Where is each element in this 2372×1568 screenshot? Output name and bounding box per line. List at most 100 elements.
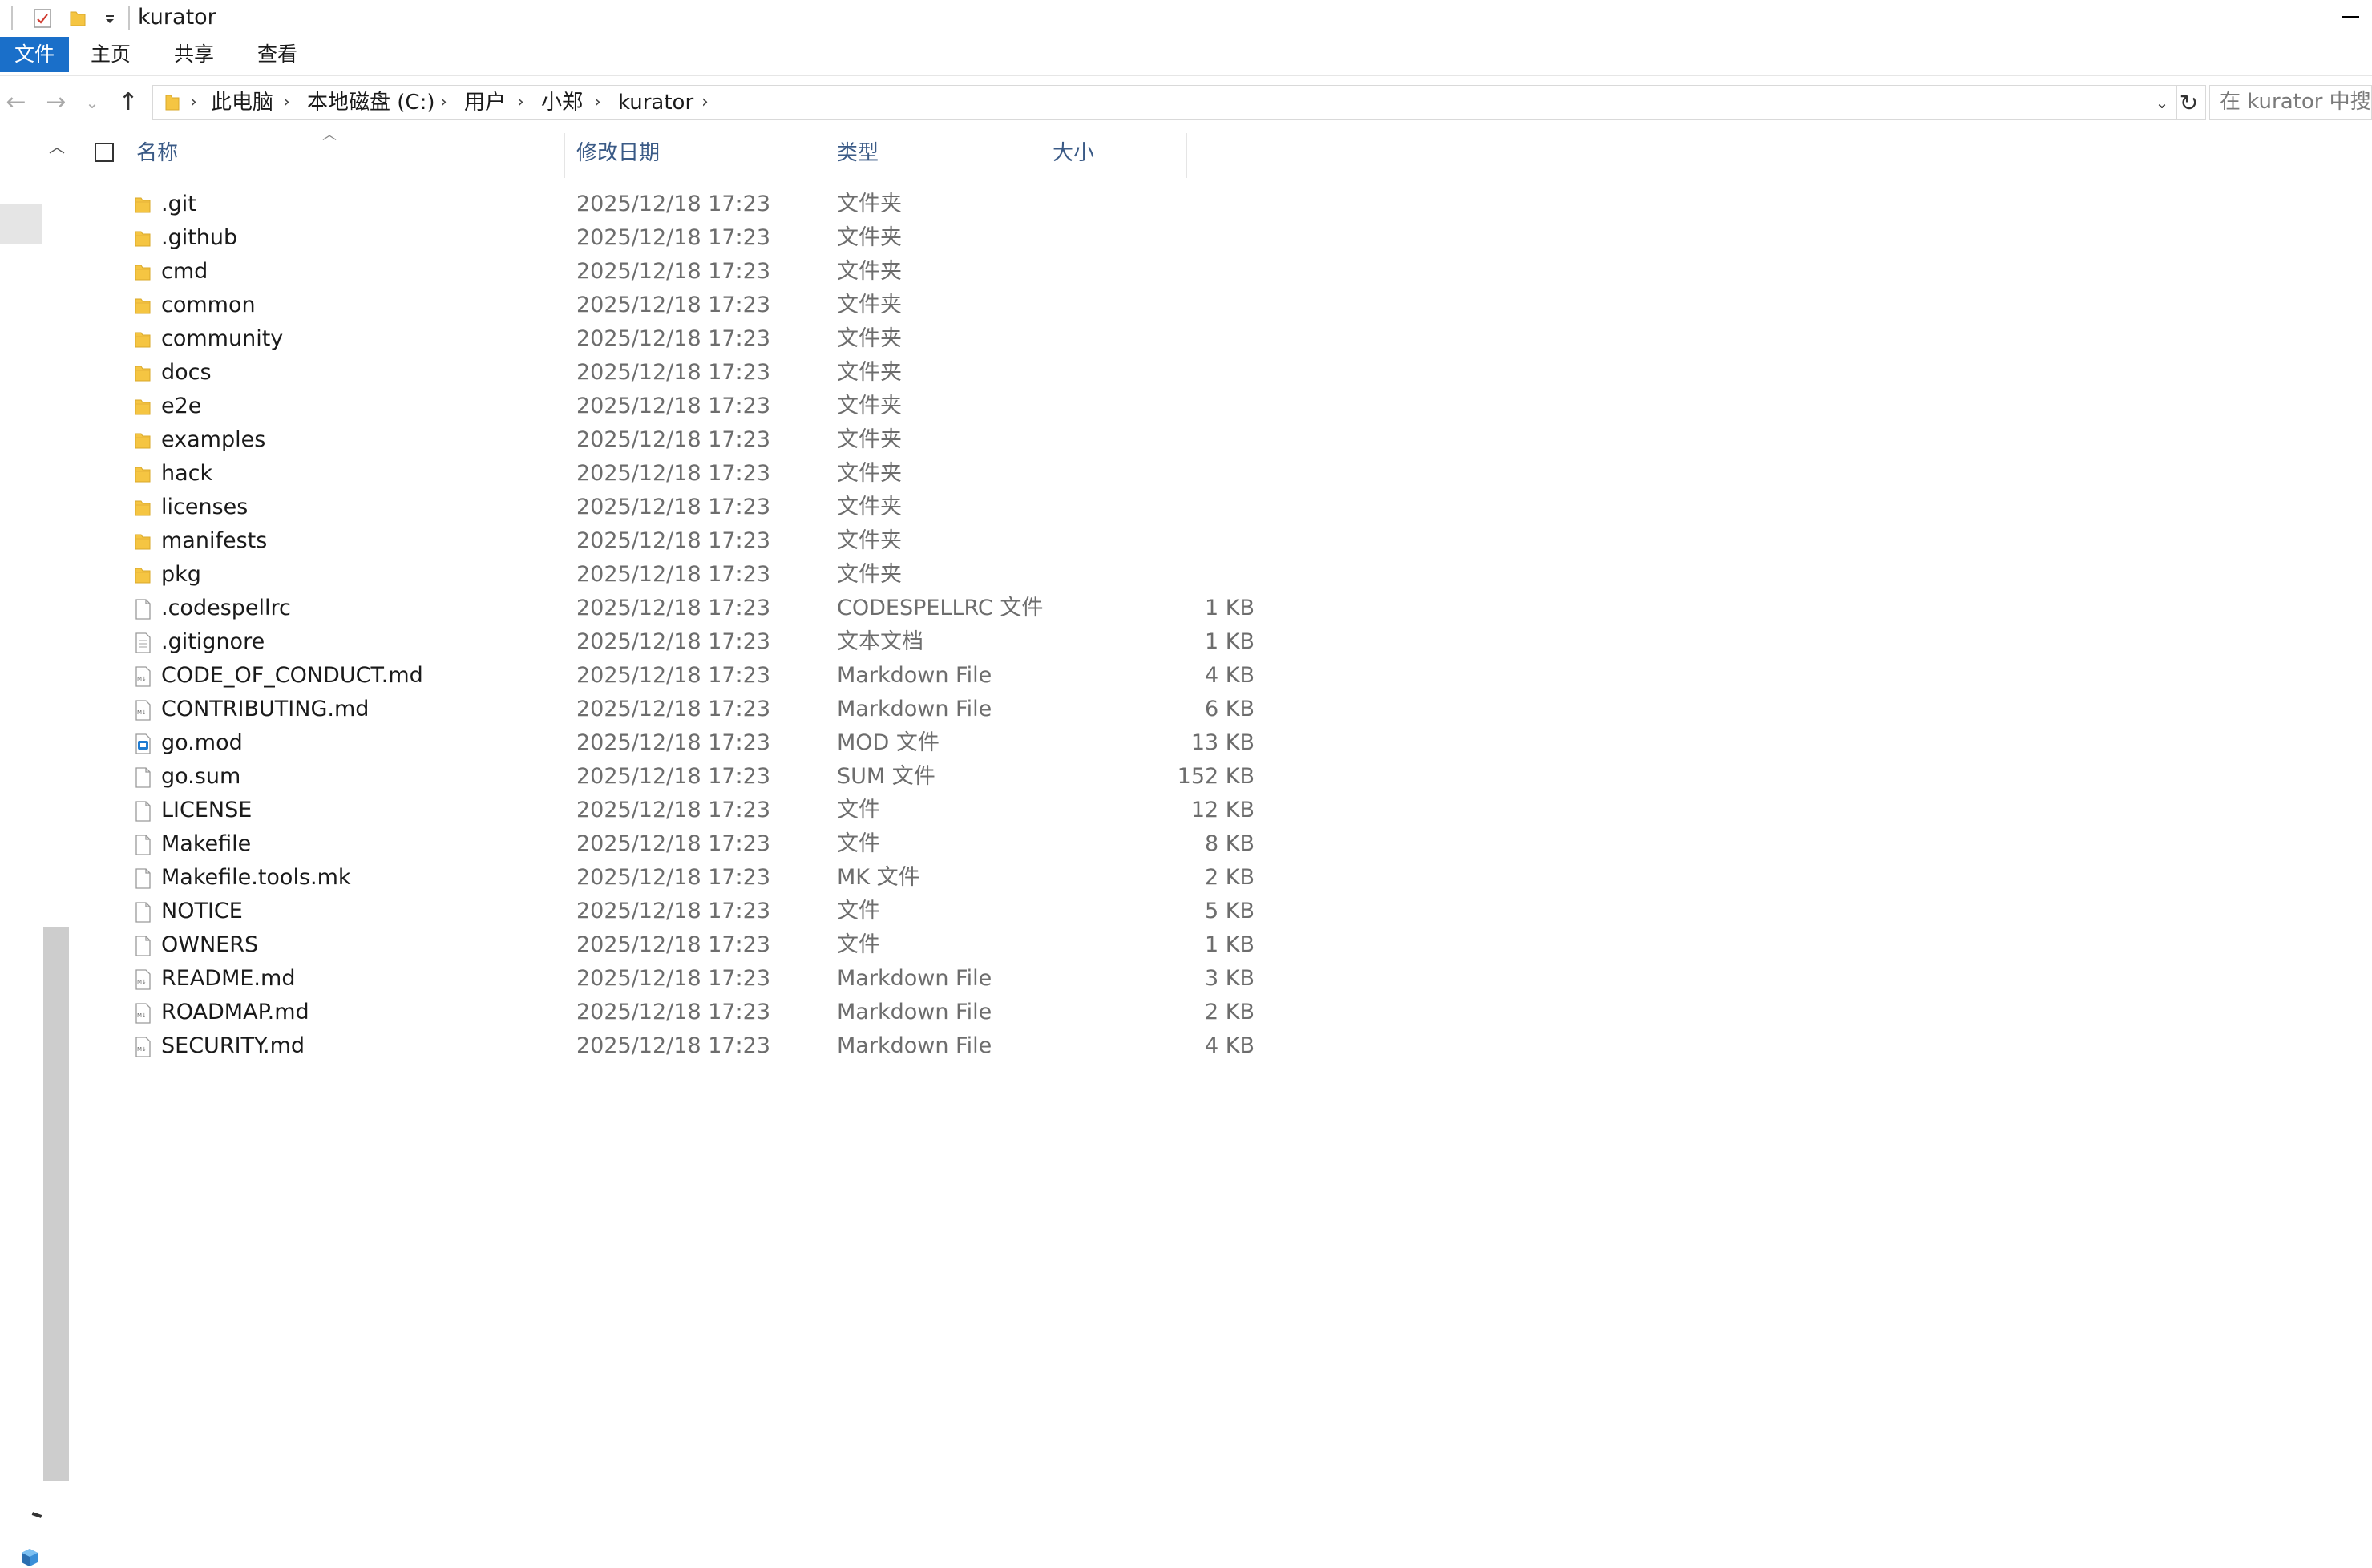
file-icon [135,936,151,956]
tab-home[interactable]: 主页 [79,37,143,72]
file-name[interactable]: licenses [161,491,248,524]
file-name[interactable]: cmd [161,255,208,289]
file-type: 文件 [837,831,880,856]
nav-selected-item[interactable] [0,204,42,244]
recent-locations-button[interactable]: ⌄ [80,87,104,119]
file-date: 2025/12/18 17:23 [576,932,771,957]
refresh-button[interactable]: ↻ [2172,85,2206,120]
nav-item-fragment[interactable] [31,1512,42,1518]
file-name[interactable]: pkg [161,558,201,592]
chevron-right-icon[interactable]: › [517,86,524,119]
file-row[interactable]: go.mod 2025/12/18 17:23 MOD 文件 13 KB [80,726,1255,760]
file-name[interactable]: common [161,289,256,322]
file-name[interactable]: CONTRIBUTING.md [161,693,369,726]
file-type: 文件夹 [837,528,902,553]
file-row[interactable]: hack 2025/12/18 17:23 文件夹 [80,457,1202,491]
minimize-button[interactable] [2324,0,2372,37]
file-row[interactable]: e2e 2025/12/18 17:23 文件夹 [80,390,1202,423]
file-row[interactable]: .github 2025/12/18 17:23 文件夹 [80,221,1202,255]
file-row[interactable]: M↓ CONTRIBUTING.md 2025/12/18 17:23 Markdow… [80,693,1255,726]
breadcrumb-this-pc[interactable]: 此电脑 [211,86,273,119]
chevron-right-icon[interactable]: › [283,86,290,119]
file-name[interactable]: hack [161,457,212,491]
customize-toolbar-icon[interactable] [99,8,120,29]
select-all-checkbox[interactable] [95,143,114,162]
new-folder-icon[interactable] [67,8,88,29]
file-row[interactable]: cmd 2025/12/18 17:23 文件夹 [80,255,1202,289]
file-row[interactable]: pkg 2025/12/18 17:23 文件夹 [80,558,1202,592]
file-name[interactable]: .github [161,221,237,255]
breadcrumb-users[interactable]: 用户 [464,86,506,119]
properties-icon[interactable] [32,8,53,29]
file-row[interactable]: .gitignore 2025/12/18 17:23 文本文档 1 KB [80,625,1255,659]
navigation-pane[interactable] [0,128,43,1566]
file-row[interactable]: LICENSE 2025/12/18 17:23 文件 12 KB [80,794,1255,827]
file-name[interactable]: .codespellrc [161,592,291,625]
forward-button[interactable]: → [40,87,72,119]
back-button[interactable]: ← [0,87,32,119]
column-header-name[interactable]: 名称 [136,128,633,178]
file-row[interactable]: M↓ SECURITY.md 2025/12/18 17:23 Markdown Fi… [80,1029,1255,1063]
file-name[interactable]: SECURITY.md [161,1029,305,1063]
file-row[interactable]: .codespellrc 2025/12/18 17:23 CODESPELLRC … [80,592,1255,625]
file-row[interactable]: M↓ README.md 2025/12/18 17:23 Markdown File… [80,962,1255,996]
column-divider[interactable] [1186,133,1187,178]
file-row[interactable]: docs 2025/12/18 17:23 文件夹 [80,356,1202,390]
file-name[interactable]: LICENSE [161,794,252,827]
file-name[interactable]: e2e [161,390,201,423]
search-box[interactable] [2209,85,2372,120]
file-name[interactable]: go.sum [161,760,240,794]
file-row[interactable]: go.sum 2025/12/18 17:23 SUM 文件 152 KB [80,760,1255,794]
up-button[interactable]: ↑ [112,87,144,119]
file-name[interactable]: NOTICE [161,895,243,928]
tab-view[interactable]: 查看 [245,37,309,72]
file-size [1098,524,1255,558]
chevron-right-icon[interactable]: › [190,86,197,119]
file-row[interactable]: M↓ ROADMAP.md 2025/12/18 17:23 Markdown Fil… [80,996,1255,1029]
breadcrumb-local-disk[interactable]: 本地磁盘 (C:) [307,86,434,119]
column-header-type[interactable]: 类型 [837,128,1045,178]
scroll-up-button[interactable]: ︿ [45,135,69,159]
file-name[interactable]: .git [161,188,196,221]
file-name[interactable]: community [161,322,283,356]
file-row[interactable]: M↓ CODE_OF_CONDUCT.md 2025/12/18 17:23 Mark… [80,659,1255,693]
file-name[interactable]: docs [161,356,212,390]
column-header-size[interactable]: 大小 [1053,128,1181,178]
file-row[interactable]: community 2025/12/18 17:23 文件夹 [80,322,1202,356]
chevron-right-icon[interactable]: › [701,86,709,119]
column-header-date[interactable]: 修改日期 [576,128,817,178]
file-name[interactable]: manifests [161,524,267,558]
file-size [1098,390,1255,423]
breadcrumb-kurator[interactable]: kurator [618,86,693,119]
tab-share[interactable]: 共享 [162,37,226,72]
nav-scrollbar[interactable] [43,927,69,1481]
file-name[interactable]: OWNERS [161,928,258,962]
file-row[interactable]: .git 2025/12/18 17:23 文件夹 [80,188,1202,221]
file-name[interactable]: .gitignore [161,625,265,659]
file-type: MK 文件 [837,865,920,890]
file-row[interactable]: Makefile 2025/12/18 17:23 文件 8 KB [80,827,1255,861]
file-row[interactable]: common 2025/12/18 17:23 文件夹 [80,289,1202,322]
file-name[interactable]: CODE_OF_CONDUCT.md [161,659,423,693]
3d-objects-icon[interactable] [19,1547,40,1568]
chevron-right-icon[interactable]: › [594,86,601,119]
column-divider[interactable] [564,133,565,178]
file-row[interactable]: examples 2025/12/18 17:23 文件夹 [80,423,1202,457]
file-name[interactable]: README.md [161,962,295,996]
chevron-right-icon[interactable]: › [440,86,447,119]
file-name[interactable]: Makefile [161,827,251,861]
address-bar[interactable]: › 此电脑 › 本地磁盘 (C:) › 用户 › 小郑 › kurator › … [152,85,2177,120]
file-name[interactable]: go.mod [161,726,243,760]
file-row[interactable]: manifests 2025/12/18 17:23 文件夹 [80,524,1202,558]
file-row[interactable]: NOTICE 2025/12/18 17:23 文件 5 KB [80,895,1255,928]
file-name[interactable]: Makefile.tools.mk [161,861,351,895]
file-name[interactable]: ROADMAP.md [161,996,309,1029]
file-name[interactable]: examples [161,423,265,457]
file-date: 2025/12/18 17:23 [576,865,771,890]
file-row[interactable]: Makefile.tools.mk 2025/12/18 17:23 MK 文件 2 … [80,861,1255,895]
file-row[interactable]: licenses 2025/12/18 17:23 文件夹 [80,491,1202,524]
breadcrumb-user-folder[interactable]: 小郑 [541,86,583,119]
search-input[interactable] [2210,86,2371,118]
tab-file[interactable]: 文件 [0,37,69,72]
file-row[interactable]: OWNERS 2025/12/18 17:23 文件 1 KB [80,928,1255,962]
